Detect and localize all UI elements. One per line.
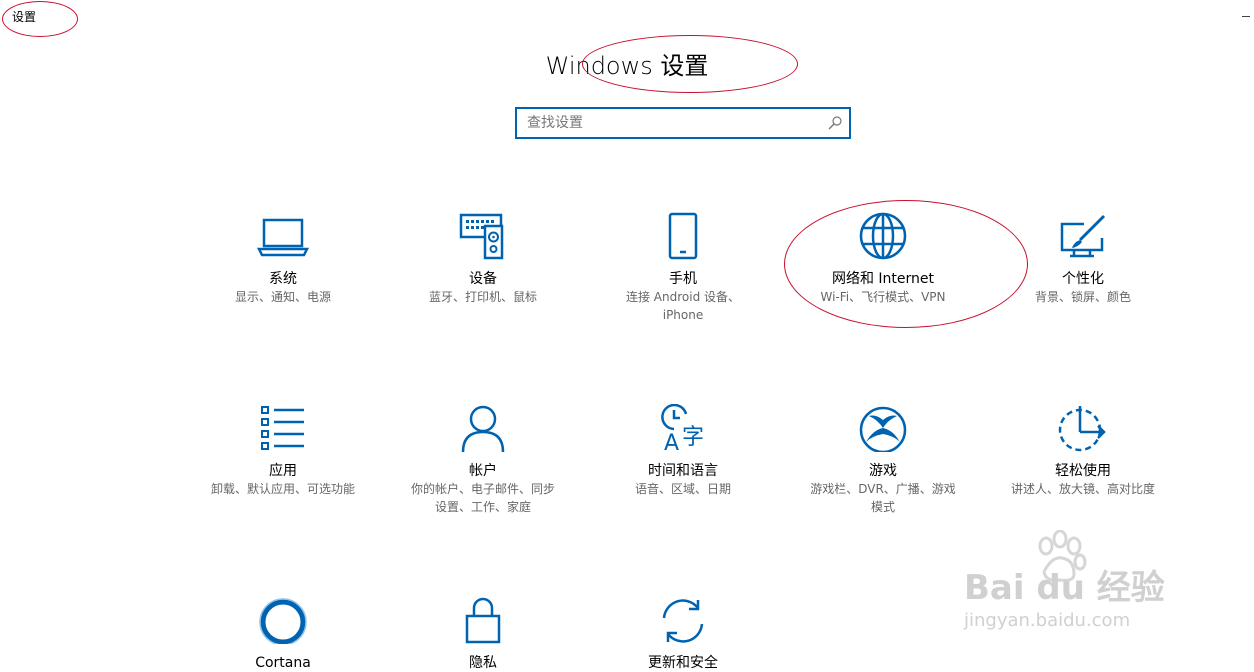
tile-desc: 连接 Android 设备、: [625, 290, 741, 304]
tile-cortana[interactable]: Cortana: [193, 596, 373, 672]
watermark-logo: Bai du 经验: [964, 568, 1165, 608]
tile-desc: 卸载、默认应用、可选功能: [210, 482, 355, 496]
tile-name: 更新和安全: [648, 655, 718, 671]
paint-icon: [1060, 214, 1106, 258]
lock-icon: [465, 597, 501, 644]
watermark-url: jingyan.baidu.com: [964, 610, 1131, 631]
svg-text:A: A: [664, 431, 679, 452]
keyboard-speaker-icon: [459, 213, 504, 260]
phone-icon: [668, 212, 698, 260]
tile-time-language[interactable]: A 字 时间和语言 语音、区域、日期: [593, 404, 773, 498]
tile-desc: 设置、工作、家庭: [434, 500, 531, 514]
tile-name: 轻松使用: [1055, 463, 1111, 479]
time-language-icon: A 字: [661, 404, 704, 452]
tile-desc: 语音、区域、日期: [634, 482, 731, 496]
tile-desc: iPhone: [662, 308, 704, 322]
tile-name: 隐私: [469, 655, 497, 671]
tile-privacy[interactable]: 隐私: [393, 596, 573, 672]
tile-name: 手机: [669, 271, 697, 287]
tile-name: 个性化: [1062, 271, 1104, 287]
tile-network[interactable]: 网络和 Internet Wi-Fi、飞行模式、VPN: [793, 212, 973, 306]
minimize-button[interactable]: [1242, 16, 1250, 17]
tile-update-security[interactable]: 更新和安全: [593, 596, 773, 672]
tile-name: 设备: [469, 271, 497, 287]
tile-apps[interactable]: 应用 卸载、默认应用、可选功能: [193, 404, 373, 498]
tile-name: 网络和 Internet: [831, 271, 935, 287]
search-input[interactable]: [517, 109, 817, 137]
tile-desc: 显示、通知、电源: [234, 290, 331, 304]
tile-devices[interactable]: 设备 蓝牙、打印机、鼠标: [393, 212, 573, 306]
tile-desc: 蓝牙、打印机、鼠标: [428, 290, 537, 304]
tile-name: Cortana: [255, 655, 311, 671]
tile-desc: 讲述人、放大镜、高对比度: [1010, 482, 1155, 496]
tile-phone[interactable]: 手机 连接 Android 设备、 iPhone: [593, 212, 773, 324]
tile-desc: Wi-Fi、飞行模式、VPN: [820, 290, 946, 304]
ease-of-access-icon: [1058, 406, 1106, 452]
tile-gaming[interactable]: 游戏 游戏栏、DVR、广播、游戏 模式: [793, 404, 973, 516]
page-title: Windows 设置: [545, 52, 709, 80]
tile-system[interactable]: 系统 显示、通知、电源: [193, 212, 373, 306]
tile-desc: 背景、锁屏、颜色: [1034, 290, 1131, 304]
watermark: Bai du 经验 jingyan.baidu.com: [960, 530, 1200, 640]
search-icon[interactable]: [827, 115, 843, 131]
tile-name: 时间和语言: [648, 463, 718, 479]
tile-name: 游戏: [869, 463, 897, 479]
apps-list-icon: [261, 406, 304, 450]
laptop-icon: [256, 218, 310, 257]
app-title: 设置: [12, 10, 37, 24]
globe-icon: [859, 212, 907, 260]
tile-desc: 你的帐户、电子邮件、同步: [410, 482, 555, 496]
person-icon: [461, 405, 505, 452]
xbox-icon: [859, 406, 907, 452]
tile-desc: 游戏栏、DVR、广播、游戏: [810, 482, 956, 496]
tile-name: 帐户: [469, 463, 497, 479]
cortana-icon: [259, 598, 307, 644]
tile-name: 应用: [269, 463, 297, 479]
search-box[interactable]: [515, 107, 851, 139]
tile-name: 系统: [269, 271, 297, 287]
tile-accounts[interactable]: 帐户 你的帐户、电子邮件、同步 设置、工作、家庭: [393, 404, 573, 516]
tile-personalization[interactable]: 个性化 背景、锁屏、颜色: [993, 212, 1173, 306]
sync-icon: [662, 599, 704, 643]
tile-desc: 模式: [870, 500, 895, 514]
tile-ease-of-access[interactable]: 轻松使用 讲述人、放大镜、高对比度: [993, 404, 1173, 498]
svg-text:字: 字: [682, 425, 704, 450]
